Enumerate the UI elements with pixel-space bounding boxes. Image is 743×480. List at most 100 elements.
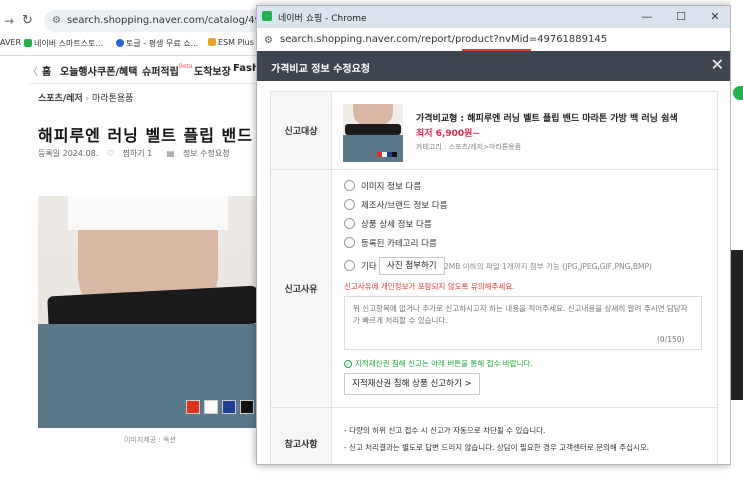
bookmark-naver[interactable]: AVER xyxy=(0,38,21,47)
notes-value: - 다량의 허위 신고 접수 시 신고가 자동으로 차단될 수 있습니다. - … xyxy=(332,408,717,464)
bookmark-label: ESM Plus xyxy=(218,38,254,47)
radio-circle[interactable] xyxy=(344,218,355,229)
close-icon[interactable]: ✕ xyxy=(711,56,724,74)
report-popup-window: 네이버 쇼핑 - Chrome — ☐ ✕ ⚙ search.shopping.na… xyxy=(256,5,731,465)
close-window-icon[interactable]: ✕ xyxy=(698,6,730,28)
radio-label: 제조사/브랜드 정보 다름 xyxy=(361,201,448,211)
popup-url: search.shopping.naver.com/report/product… xyxy=(280,34,608,45)
thumb-belt xyxy=(345,124,401,135)
popup-header: 가격비교 정보 수정요청 ✕ xyxy=(257,51,730,81)
popup-titlebar[interactable]: 네이버 쇼핑 - Chrome — ☐ ✕ xyxy=(257,6,730,28)
radio-brand-info[interactable]: 제조사/브랜드 정보 다름 xyxy=(344,199,447,211)
minimize-icon[interactable]: — xyxy=(630,6,664,28)
swatch-red[interactable] xyxy=(186,400,200,414)
radio-circle[interactable] xyxy=(344,237,355,248)
swatch-navy[interactable] xyxy=(222,400,236,414)
note-item: - 신고 처리결과는 별도로 답변 드리지 않습니다. 상담이 필요한 경우 고… xyxy=(344,443,650,452)
bookmark-toggle[interactable]: 토글 - 평생 무료 쇼... xyxy=(116,38,198,49)
registered-date: 등록일 2024.08. xyxy=(38,149,99,158)
radio-other[interactable]: 기타 xyxy=(344,260,377,272)
label-report-target: 신고대상 xyxy=(271,92,332,169)
popup-header-title: 가격비교 정보 수정요청 xyxy=(271,64,370,75)
divider xyxy=(30,83,255,84)
thumb-skin xyxy=(353,104,393,126)
bookmark-esm[interactable]: ESM Plus xyxy=(208,38,254,47)
edit-label: 정보 수정요청 xyxy=(182,149,230,158)
beta-badge: Beta xyxy=(178,63,193,70)
report-reason-value: 이미지 정보 다름 제조사/브랜드 정보 다름 상품 상세 정보 다름 등록된 … xyxy=(332,170,717,407)
swatch-black[interactable] xyxy=(240,400,254,414)
check-circle-icon: ✓ xyxy=(344,360,352,368)
save-label: 찜하기 1 xyxy=(122,149,153,158)
ip-note-text: 지적재산권 침해 신고는 아래 버튼을 통해 접수 바랍니다. xyxy=(355,359,533,368)
product-thumbnail xyxy=(343,104,403,162)
nav-item-super-point[interactable]: 슈퍼적립Beta xyxy=(142,63,193,78)
radio-circle[interactable] xyxy=(344,199,355,210)
radio-circle[interactable] xyxy=(344,180,355,191)
attach-photo-button[interactable]: 사진 첨부하기 xyxy=(379,257,445,275)
thumb-swatches xyxy=(377,152,397,157)
side-dark-panel xyxy=(731,250,743,400)
radio-circle[interactable] xyxy=(344,260,355,271)
forward-arrow-icon[interactable]: → xyxy=(4,14,14,28)
toggle-icon xyxy=(116,39,124,47)
nav-home[interactable]: 홈 xyxy=(42,63,51,78)
edit-request-button[interactable]: ▤ 정보 수정요청 xyxy=(167,149,236,158)
background-window-edge xyxy=(731,0,743,480)
popup-window-title: 네이버 쇼핑 - Chrome xyxy=(278,14,367,24)
ip-report-button[interactable]: 지적재산권 침해 상품 신고하기 > xyxy=(344,373,480,395)
radio-label: 기타 xyxy=(361,262,377,272)
radio-label: 상품 상세 정보 다름 xyxy=(361,220,432,230)
photo-top xyxy=(68,196,228,230)
note-item: - 다량의 허위 신고 접수 시 신고가 자동으로 차단될 수 있습니다. xyxy=(344,426,546,435)
smartstore-icon xyxy=(24,39,32,47)
heart-icon: ♡ xyxy=(106,149,117,158)
row-report-reason: 신고사유 이미지 정보 다름 제조사/브랜드 정보 다름 상품 상세 정보 다름… xyxy=(271,170,717,408)
naver-shopping-favicon xyxy=(262,11,272,21)
privacy-warning: 신고사유에 개인정보가 포함되지 않도록 유의해주세요. xyxy=(344,282,515,291)
reason-textarea[interactable] xyxy=(344,296,702,350)
nav-back-icon[interactable]: 〈 xyxy=(28,63,38,78)
product-category: 카테고리 : 스포츠/레저>마라톤용품 xyxy=(416,143,522,151)
breadcrumb-category[interactable]: 스포츠/레저 xyxy=(38,94,83,104)
product-meta: 등록일 2024.08. ♡ 찜하기 1 ▤ 정보 수정요청 xyxy=(38,148,242,159)
product-photo xyxy=(38,196,256,428)
report-target-value: 가격비교형 : 해피루엔 러닝 벨트 플립 밴드 마라톤 가방 백 러닝 쉼색 … xyxy=(332,92,717,169)
radio-label: 이미지 정보 다름 xyxy=(361,182,422,192)
nav-item-label: 슈퍼적립 xyxy=(142,67,179,78)
document-icon: ▤ xyxy=(166,149,177,158)
image-caption: 이미지제공 : 옥션 xyxy=(124,436,176,444)
ip-report-note: ✓ 지적재산권 침해 신고는 아래 버튼을 통해 접수 바랍니다. xyxy=(344,358,533,369)
row-notes: 참고사항 - 다량의 허위 신고 접수 시 신고가 자동으로 차단될 수 있습니… xyxy=(271,408,717,464)
bookmark-label: 토글 - 평생 무료 쇼... xyxy=(126,39,199,48)
report-form: 신고대상 가격비교형 : 해피루엔 러닝 벨트 플립 밴드 마라톤 가방 백 러… xyxy=(270,91,718,464)
maximize-icon[interactable]: ☐ xyxy=(664,6,698,28)
attach-note: 2MB 이하의 파일 1개까지 첨부 가능 (JPG,JPEG,GIF,PNG,… xyxy=(444,262,652,271)
breadcrumb-subcategory[interactable]: 마라톤용품 xyxy=(92,94,133,104)
nav-item-delivery[interactable]: 도착보장 xyxy=(194,63,231,78)
swatch-white[interactable] xyxy=(204,400,218,414)
label-report-reason: 신고사유 xyxy=(271,170,332,407)
radio-category-info[interactable]: 등록된 카테고리 다름 xyxy=(344,237,437,249)
radio-image-info[interactable]: 이미지 정보 다름 xyxy=(344,180,421,192)
bookmark-label: 네이버 스마트스토... xyxy=(34,39,104,48)
radio-label: 등록된 카테고리 다름 xyxy=(361,239,437,249)
nav-item-coupon[interactable]: 쿠폰/혜택 xyxy=(97,63,137,78)
product-price: 최저 6,900원~ xyxy=(416,129,480,139)
char-counter: (0/150) xyxy=(657,335,685,344)
breadcrumb: 스포츠/레저 › 마라톤용품 xyxy=(38,91,133,104)
window-controls: — ☐ ✕ xyxy=(630,6,730,28)
reload-icon[interactable]: ↻ xyxy=(22,13,33,28)
site-info-icon[interactable]: ⚙ xyxy=(52,15,61,26)
save-button[interactable]: ♡ 찜하기 1 xyxy=(107,149,158,158)
product-name: 가격비교형 : 해피루엔 러닝 벨트 플립 밴드 마라톤 가방 백 러닝 쉼색 xyxy=(416,114,678,124)
nav-item-today[interactable]: 오늘행사 xyxy=(60,63,97,78)
radio-detail-info[interactable]: 상품 상세 정보 다름 xyxy=(344,218,432,230)
green-side-tab[interactable] xyxy=(733,86,743,100)
esm-icon xyxy=(208,38,216,46)
bookmark-smartstore[interactable]: 네이버 스마트스토... xyxy=(24,38,103,49)
site-info-icon[interactable]: ⚙ xyxy=(264,35,273,46)
color-swatches xyxy=(186,400,258,414)
thumb-leggings xyxy=(343,135,403,162)
label-notes: 참고사항 xyxy=(271,408,332,464)
